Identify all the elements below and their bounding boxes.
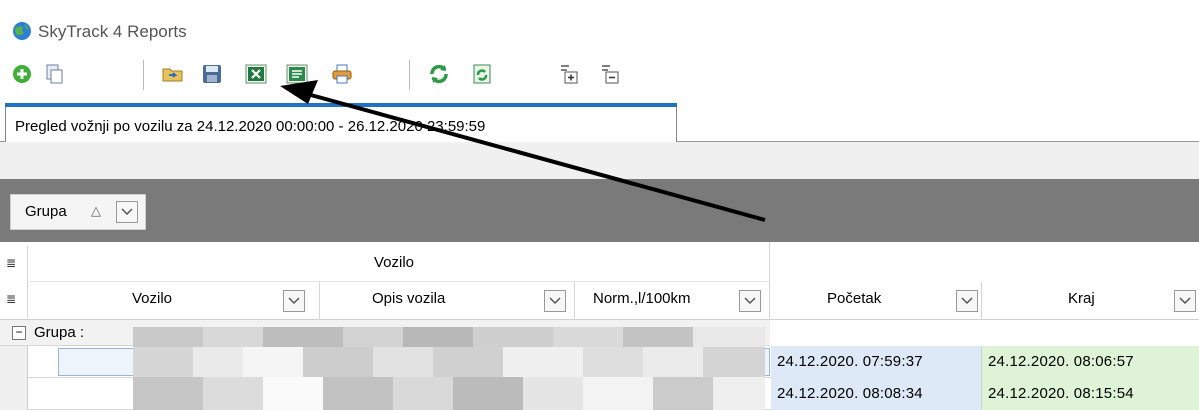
cell-end-time[interactable]: 24.12.2020. 08:06:57 [982,346,1199,378]
export-excel-alt-icon[interactable] [285,62,309,86]
cell-start-time[interactable]: 24.12.2020. 07:59:37 [771,346,982,378]
grid-header: ≣ ≣ Vozilo Vozilo Opis vozila Norm.,l/10… [0,242,1199,320]
column-label: Kraj [1068,290,1095,307]
group-by-label: Grupa [25,203,67,220]
cell-end-time[interactable]: 24.12.2020. 08:15:54 [982,378,1199,410]
save-icon[interactable] [200,62,224,86]
chevron-down-icon [549,297,561,305]
chevron-down-icon [288,297,300,305]
column-filter-dropdown[interactable] [739,290,761,312]
copy-icon[interactable] [42,62,66,86]
column-label: Opis vozila [372,290,446,307]
group-by-area [0,179,1199,242]
chevron-down-icon [744,297,756,305]
add-icon[interactable] [10,62,34,86]
tab-ride-overview[interactable]: Pregled vožnji po vozilu za 24.12.2020 0… [5,103,677,143]
toolbar [0,56,1199,96]
title-bar: SkyTrack 4 Reports [0,0,1199,46]
tab-active-accent [5,103,677,107]
chevron-down-icon [961,297,973,305]
column-filter-dropdown[interactable] [1174,290,1196,312]
tab-label: Pregled vožnji po vozilu za 24.12.2020 0… [15,118,486,135]
column-header-kraj[interactable]: Kraj [982,282,1199,320]
toolbar-separator [409,60,410,90]
column-header-opis-vozila[interactable]: Opis vozila [320,282,575,320]
tab-body [0,142,1199,179]
group-by-chip[interactable]: Grupa △ [10,194,146,230]
refresh-icon[interactable] [427,62,451,86]
redacted-area [133,327,765,410]
cell-start-time[interactable]: 24.12.2020. 08:08:34 [771,378,982,410]
column-filter-dropdown[interactable] [544,290,566,312]
column-header-pocetak[interactable]: Početak [770,282,982,320]
column-chooser-icon[interactable]: ≣ [0,246,28,282]
column-filter-dropdown[interactable] [956,290,978,312]
row-selector[interactable] [0,346,28,378]
sort-ascending-icon: △ [91,203,101,218]
band-vozilo: Vozilo [30,242,770,282]
chevron-down-icon [121,208,133,216]
group-row-label: Grupa : [34,324,85,341]
collapse-group-icon[interactable] [598,62,622,86]
tab-strip: Pregled vožnji po vozilu za 24.12.2020 0… [0,100,1199,143]
column-chooser-icon[interactable]: ≣ [0,282,28,318]
row-selector[interactable] [0,378,28,410]
open-folder-icon[interactable] [161,62,185,86]
chevron-down-icon [1179,297,1191,305]
column-label: Početak [827,290,882,307]
refresh-page-icon[interactable] [470,62,494,86]
column-filter-dropdown[interactable] [283,290,305,312]
band-label: Vozilo [374,254,415,271]
expand-group-icon[interactable] [557,62,581,86]
column-label: Vozilo [132,290,173,307]
column-header-vozilo[interactable]: Vozilo [30,282,320,320]
export-excel-icon[interactable] [244,62,268,86]
print-icon[interactable] [330,62,354,86]
toolbar-separator [143,60,144,90]
group-filter-dropdown[interactable] [116,201,138,223]
app-title: SkyTrack 4 Reports [38,22,187,41]
app-globe-icon [13,22,31,40]
column-label: Norm.,l/100km [593,290,691,307]
column-header-norm[interactable]: Norm.,l/100km [575,282,770,320]
collapse-group-toggle[interactable]: − [12,326,26,340]
